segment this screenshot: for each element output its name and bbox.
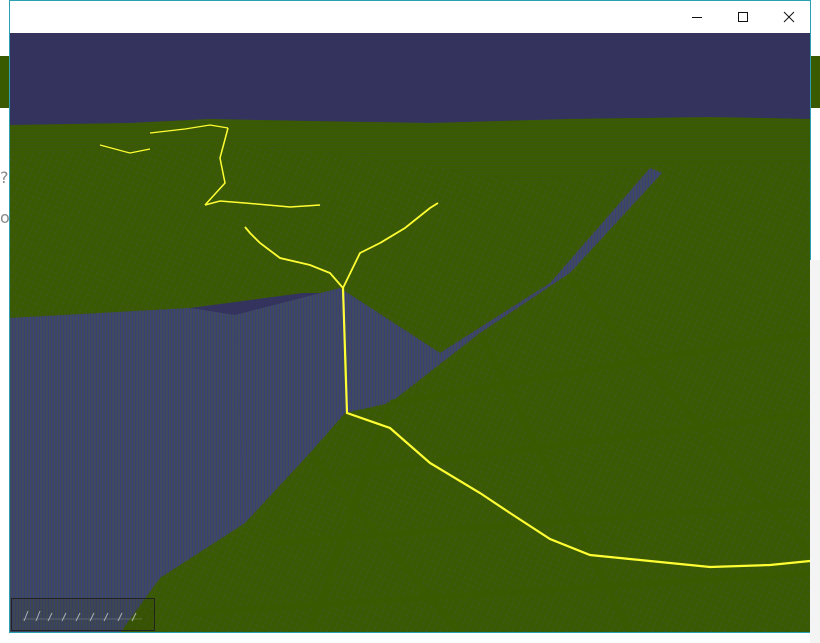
minimap-track	[22, 610, 142, 622]
maximize-icon	[738, 12, 748, 22]
terrain-scene	[10, 33, 810, 632]
close-button[interactable]	[766, 1, 810, 33]
minimize-icon	[692, 17, 702, 18]
maximize-button[interactable]	[720, 1, 766, 33]
desktop: ? o 度	[0, 0, 820, 643]
background-app-text: ?	[0, 168, 9, 187]
close-icon	[783, 11, 795, 23]
overview-minimap[interactable]	[11, 598, 155, 631]
minimize-button[interactable]	[674, 1, 720, 33]
terrain-viewer-window	[9, 0, 811, 633]
title-bar[interactable]	[10, 1, 810, 33]
3d-viewport[interactable]	[10, 33, 810, 632]
background-app-panel	[810, 260, 820, 643]
